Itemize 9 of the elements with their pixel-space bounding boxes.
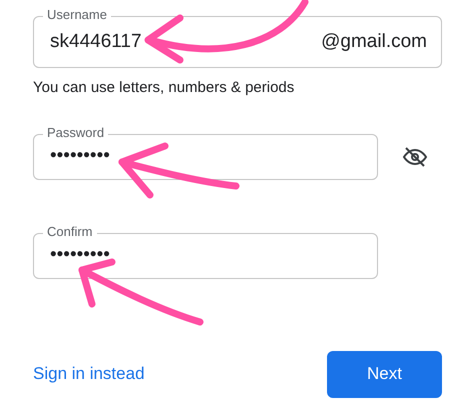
password-value: ••••••••• — [50, 144, 110, 168]
domain-suffix: @gmail.com — [321, 30, 427, 54]
helper-text: You can use letters, numbers & periods — [33, 78, 296, 98]
confirm-value: ••••••••• — [50, 243, 110, 268]
next-button[interactable]: Next — [327, 350, 442, 398]
field-label: Confirm — [43, 224, 97, 240]
username-value: sk4446117 — [50, 30, 142, 54]
field-label: Password — [43, 124, 108, 140]
sign-in-link[interactable]: Sign in instead — [33, 361, 145, 387]
